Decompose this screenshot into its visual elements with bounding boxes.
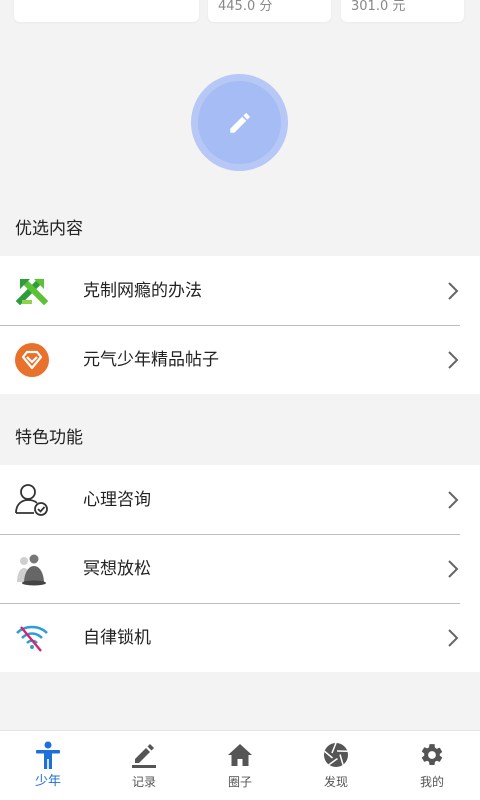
stat-card-score[interactable]: 445.0 分 xyxy=(208,0,331,22)
orange-diamond-badge-icon xyxy=(14,342,50,378)
nav-label: 少年 xyxy=(34,774,61,789)
chevron-right-icon xyxy=(448,350,459,369)
wifi-blocked-icon xyxy=(14,620,50,656)
chevron-right-icon xyxy=(448,281,459,300)
nav-item-records[interactable]: 记录 xyxy=(96,731,192,800)
edit-icon xyxy=(130,741,158,769)
list-item-label: 克制网瘾的办法 xyxy=(83,280,202,301)
list-item-self-lock[interactable]: 自律锁机 xyxy=(0,603,480,672)
person-icon xyxy=(34,741,62,769)
stats-row: 445.0 分 301.0 元 xyxy=(0,0,480,22)
nav-label: 发现 xyxy=(323,775,348,789)
list-item-label: 自律锁机 xyxy=(83,627,151,648)
gear-icon xyxy=(418,741,446,769)
nav-item-circle[interactable]: 圈子 xyxy=(192,731,288,800)
home-icon xyxy=(226,741,254,769)
list-item-meditation[interactable]: 冥想放松 xyxy=(0,534,480,603)
pencil-icon xyxy=(229,112,250,133)
list-item-label: 心理咨询 xyxy=(83,489,151,510)
section-title-featured: 优选内容 xyxy=(15,219,83,239)
nav-label: 记录 xyxy=(131,775,156,789)
green-cross-arrows-icon xyxy=(14,273,50,309)
list-item-label: 元气少年精品帖子 xyxy=(83,349,219,370)
featured-list: 克制网瘾的办法 元气少年精品帖子 xyxy=(0,256,480,394)
nav-item-discover[interactable]: 发现 xyxy=(288,731,384,800)
stat-money-value: 301.0 元 xyxy=(351,0,406,14)
nav-item-youth[interactable]: 少年 xyxy=(0,731,96,800)
chevron-right-icon xyxy=(448,490,459,509)
list-item-label: 冥想放松 xyxy=(83,558,151,579)
nav-item-mine[interactable]: 我的 xyxy=(384,731,480,800)
section-title-features: 特色功能 xyxy=(15,428,83,448)
list-item-quit-addiction[interactable]: 克制网瘾的办法 xyxy=(0,256,480,325)
nav-label: 圈子 xyxy=(227,775,252,789)
chevron-right-icon xyxy=(448,628,459,647)
edit-fab-button[interactable] xyxy=(198,81,281,164)
list-item-featured-posts[interactable]: 元气少年精品帖子 xyxy=(0,325,480,394)
chevron-right-icon xyxy=(448,559,459,578)
meditation-icon xyxy=(14,551,50,587)
bottom-nav: 少年 记录 圈子 发现 我的 xyxy=(0,730,480,800)
stat-score-value: 445.0 分 xyxy=(218,0,273,14)
stat-card-money[interactable]: 301.0 元 xyxy=(341,0,464,22)
features-list: 心理咨询 冥想放松 自律锁机 xyxy=(0,465,480,672)
aperture-icon xyxy=(322,741,350,769)
stat-card[interactable] xyxy=(14,0,199,22)
nav-label: 我的 xyxy=(419,775,444,789)
list-item-counseling[interactable]: 心理咨询 xyxy=(0,465,480,534)
person-check-icon xyxy=(14,482,50,518)
